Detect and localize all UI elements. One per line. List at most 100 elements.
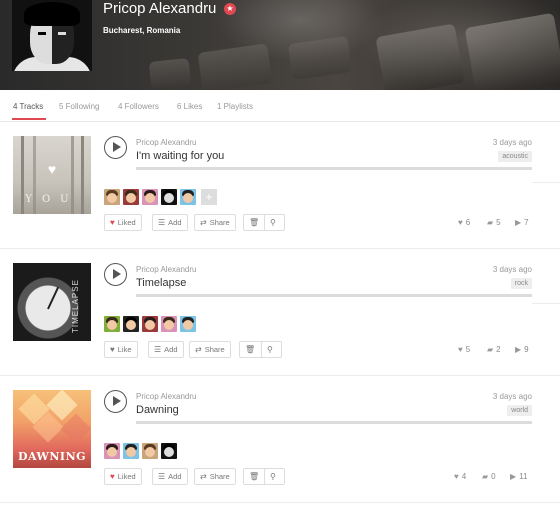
likes-count: ♥ 4 bbox=[454, 472, 467, 481]
artwork-text: YOU bbox=[25, 194, 79, 205]
play-count-icon: ▶ bbox=[515, 218, 522, 227]
list-icon: ☰ bbox=[154, 345, 162, 354]
comment-icon: ▰ bbox=[487, 218, 494, 227]
share-button[interactable]: ⇄ Share bbox=[194, 468, 236, 485]
track-tag[interactable]: rock bbox=[510, 278, 532, 289]
divider bbox=[532, 182, 560, 183]
list-icon: ☰ bbox=[158, 472, 166, 481]
banner-decoration bbox=[375, 23, 465, 90]
track-title[interactable]: I'm waiting for you bbox=[136, 150, 224, 162]
banner-decoration bbox=[148, 57, 192, 90]
track-artwork[interactable]: ♥ YOU bbox=[13, 136, 91, 214]
trash-icon: 🗑 bbox=[249, 218, 260, 227]
share-icon: ⇄ bbox=[200, 472, 207, 481]
track-progress-bar[interactable] bbox=[136, 294, 532, 297]
pin-button[interactable]: ⚲ bbox=[261, 341, 282, 358]
pin-button[interactable]: ⚲ bbox=[264, 214, 285, 231]
liker-avatar[interactable] bbox=[123, 316, 139, 332]
track-item: TIMELAPSE Pricop Alexandru Timelapse 3 d… bbox=[0, 249, 560, 376]
heart-icon: ♥ bbox=[110, 218, 115, 227]
liker-avatar[interactable] bbox=[161, 189, 177, 205]
track-artist[interactable]: Pricop Alexandru bbox=[136, 392, 196, 401]
profile-banner: Pricop Alexandru ★ Bucharest, Romania bbox=[0, 0, 560, 90]
tab-followers[interactable]: 4 Followers bbox=[118, 102, 159, 111]
liker-avatar[interactable] bbox=[180, 316, 196, 332]
tab-playlists[interactable]: 1 Playlists bbox=[217, 102, 253, 111]
add-to-playlist-button[interactable]: ☰ Add bbox=[152, 214, 188, 231]
pin-icon: ⚲ bbox=[270, 218, 276, 227]
play-icon bbox=[113, 269, 121, 279]
heart-icon: ♥ bbox=[458, 345, 463, 354]
liker-avatar[interactable] bbox=[104, 316, 120, 332]
liker-avatar[interactable] bbox=[180, 189, 196, 205]
track-tag[interactable]: world bbox=[507, 405, 532, 416]
verified-badge-icon: ★ bbox=[224, 3, 236, 15]
likes-count: ♥ 5 bbox=[458, 345, 471, 354]
track-artist[interactable]: Pricop Alexandru bbox=[136, 265, 196, 274]
play-button[interactable] bbox=[104, 390, 127, 413]
track-item: DAWNING Pricop Alexandru Dawning 3 days … bbox=[0, 376, 560, 503]
play-icon bbox=[113, 142, 121, 152]
trash-icon: 🗑 bbox=[245, 345, 256, 354]
divider bbox=[532, 303, 560, 304]
plays-count: ▶ 7 bbox=[515, 218, 529, 227]
pin-icon: ⚲ bbox=[267, 345, 273, 354]
play-button[interactable] bbox=[104, 263, 127, 286]
plays-count: ▶ 11 bbox=[510, 472, 528, 481]
profile-avatar[interactable] bbox=[12, 0, 92, 71]
likes-count: ♥ 6 bbox=[458, 218, 471, 227]
like-button[interactable]: ♥ Liked bbox=[104, 468, 142, 485]
banner-decoration bbox=[464, 12, 560, 90]
like-button[interactable]: ♥ Like bbox=[104, 341, 138, 358]
artwork-text: DAWNING bbox=[17, 450, 87, 463]
heart-icon: ♥ bbox=[110, 345, 115, 354]
add-to-playlist-button[interactable]: ☰ Add bbox=[152, 468, 188, 485]
liker-avatar[interactable] bbox=[104, 189, 120, 205]
tab-likes[interactable]: 6 Likes bbox=[177, 102, 202, 111]
list-icon: ☰ bbox=[158, 218, 166, 227]
banner-decoration bbox=[287, 35, 353, 81]
profile-name: Pricop Alexandru bbox=[103, 0, 217, 17]
track-tag[interactable]: acoustic bbox=[498, 151, 532, 162]
heart-icon: ♥ bbox=[454, 472, 459, 481]
pin-icon: ⚲ bbox=[270, 472, 276, 481]
liker-avatar[interactable] bbox=[161, 316, 177, 332]
add-to-playlist-button[interactable]: ☰ Add bbox=[148, 341, 184, 358]
share-icon: ⇄ bbox=[200, 218, 207, 227]
liker-avatar[interactable] bbox=[104, 443, 120, 459]
play-button[interactable] bbox=[104, 136, 127, 159]
like-button[interactable]: ♥ Liked bbox=[104, 214, 142, 231]
track-title[interactable]: Dawning bbox=[136, 404, 179, 416]
track-artwork[interactable]: DAWNING bbox=[13, 390, 91, 468]
track-artwork[interactable]: TIMELAPSE bbox=[13, 263, 91, 341]
more-likers-button[interactable]: + bbox=[201, 189, 217, 205]
track-progress-bar[interactable] bbox=[136, 167, 532, 170]
trash-icon: 🗑 bbox=[249, 472, 260, 481]
heart-icon: ♥ bbox=[47, 161, 57, 177]
liker-avatar[interactable] bbox=[123, 443, 139, 459]
profile-tabs: 4 Tracks 5 Following 4 Followers 6 Likes… bbox=[0, 90, 560, 122]
heart-icon: ♥ bbox=[110, 472, 115, 481]
track-title[interactable]: Timelapse bbox=[136, 277, 186, 289]
track-artist[interactable]: Pricop Alexandru bbox=[136, 138, 196, 147]
active-tab-indicator bbox=[12, 118, 46, 120]
profile-location: Bucharest, Romania bbox=[103, 26, 181, 35]
track-item: ♥ YOU Pricop Alexandru I'm waiting for y… bbox=[0, 122, 560, 249]
liker-avatar[interactable] bbox=[142, 189, 158, 205]
liker-avatar[interactable] bbox=[142, 443, 158, 459]
liker-avatar[interactable] bbox=[161, 443, 177, 459]
plays-count: ▶ 9 bbox=[515, 345, 529, 354]
share-button[interactable]: ⇄ Share bbox=[194, 214, 236, 231]
tab-following[interactable]: 5 Following bbox=[59, 102, 99, 111]
track-time-ago: 3 days ago bbox=[492, 265, 532, 274]
play-icon bbox=[113, 396, 121, 406]
comment-icon: ▰ bbox=[487, 345, 494, 354]
liker-avatar[interactable] bbox=[123, 189, 139, 205]
track-progress-bar[interactable] bbox=[136, 421, 532, 424]
share-button[interactable]: ⇄ Share bbox=[189, 341, 231, 358]
tab-tracks[interactable]: 4 Tracks bbox=[13, 102, 43, 111]
liker-avatar[interactable] bbox=[142, 316, 158, 332]
track-time-ago: 3 days ago bbox=[492, 138, 532, 147]
pin-button[interactable]: ⚲ bbox=[264, 468, 285, 485]
comments-count: ▰ 5 bbox=[487, 218, 501, 227]
